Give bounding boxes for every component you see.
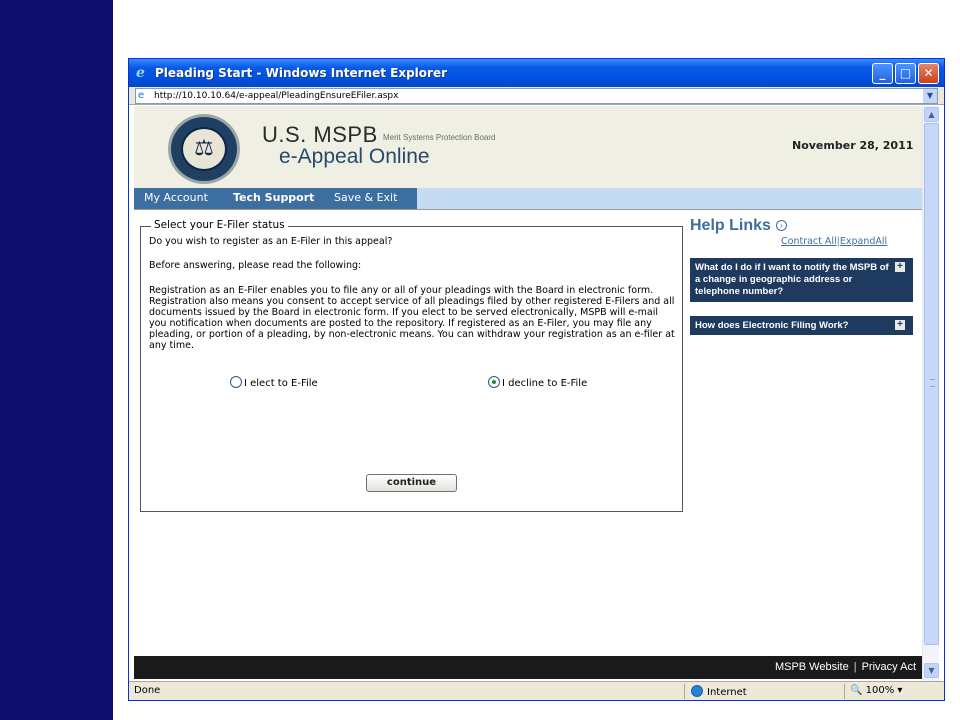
maximize-button[interactable]: □ <box>895 63 916 84</box>
close-button[interactable]: ✕ <box>918 63 939 84</box>
fieldset-legend: Select your E-Filer status <box>151 219 288 231</box>
seal-inner: ⚖ <box>181 127 227 171</box>
window-titlebar[interactable]: e Pleading Start - Windows Internet Expl… <box>129 59 944 87</box>
site-header: ⚖ U.S. MSPB Merit Systems Protection Boa… <box>134 106 922 188</box>
expand-all-link[interactable]: ExpandAll <box>840 236 887 247</box>
help-item-notify-change[interactable]: What do I do if I want to notify the MSP… <box>690 258 913 302</box>
expand-plus-icon[interactable]: + <box>895 320 905 330</box>
help-item-electronic-filing[interactable]: How does Electronic Filing Work? + <box>690 316 913 335</box>
footer-links: MSPB Website | Privacy Act <box>775 661 916 673</box>
elect-efile-radio[interactable] <box>230 376 242 388</box>
zoom-control[interactable]: 🔍 100% ▾ <box>850 685 902 696</box>
radio-selected-dot <box>492 380 496 384</box>
decline-efile-label: I decline to E-File <box>502 378 588 389</box>
help-item-label: How does Electronic Filing Work? <box>695 320 849 331</box>
header-date: November 28, 2011 <box>792 139 914 152</box>
elect-efile-option[interactable]: I elect to E-File <box>230 376 318 389</box>
address-field[interactable]: e http://10.10.10.64/e-appeal/PleadingEn… <box>135 88 938 104</box>
arrow-circle-icon: › <box>775 220 787 231</box>
registration-text: Registration as an E-Filer enables you t… <box>149 285 675 351</box>
page-icon: e <box>138 90 145 101</box>
site-footer: MSPB Website | Privacy Act <box>134 656 922 679</box>
status-zone-label: Internet <box>707 687 747 698</box>
main-nav: My Account Tech Support Save & Exit <box>134 188 922 209</box>
zoom-level: 100% <box>865 685 895 696</box>
minimize-button[interactable]: _ <box>872 63 893 84</box>
status-divider <box>684 684 685 699</box>
globe-icon <box>691 685 703 697</box>
brand-subtitle: Merit Systems Protection Board <box>383 133 496 142</box>
decline-efile-option[interactable]: I decline to E-File <box>488 376 587 389</box>
elect-efile-label: I elect to E-File <box>244 378 318 389</box>
vertical-scrollbar[interactable]: ▲ ▼ <box>922 106 939 681</box>
left-sidebar-bar <box>0 0 113 720</box>
help-item-label: What do I do if I want to notify the MSP… <box>695 262 889 297</box>
footer-mspb-website-link[interactable]: MSPB Website <box>775 661 849 673</box>
scales-icon: ⚖ <box>194 136 214 161</box>
scroll-down-icon[interactable]: ▼ <box>924 663 939 678</box>
mspb-seal-logo: ⚖ <box>168 114 240 184</box>
browser-window: e Pleading Start - Windows Internet Expl… <box>128 58 945 701</box>
help-toggles: Contract All|ExpandAll <box>781 236 887 247</box>
contract-all-link[interactable]: Contract All <box>781 236 837 247</box>
scroll-thumb[interactable] <box>924 123 939 645</box>
nav-tech-support[interactable]: Tech Support <box>233 191 314 204</box>
address-dropdown-icon[interactable]: ▼ <box>923 89 937 103</box>
nav-save-exit[interactable]: Save & Exit <box>334 191 397 204</box>
status-bar: Done Internet 🔍 100% ▾ <box>129 681 944 700</box>
decline-efile-radio[interactable] <box>488 376 500 388</box>
help-links-heading: Help Links › <box>690 217 787 235</box>
product-name: e-Appeal Online <box>279 145 430 168</box>
nav-my-account[interactable]: My Account <box>144 191 208 204</box>
ie-logo-icon: e <box>136 65 145 81</box>
status-divider <box>844 684 845 699</box>
address-url[interactable]: http://10.10.10.64/e-appeal/PleadingEnsu… <box>154 89 398 103</box>
efiler-question: Do you wish to register as an E-Filer in… <box>149 236 393 247</box>
status-done: Done <box>134 685 161 696</box>
status-zone: Internet <box>691 685 747 698</box>
nav-divider <box>134 209 922 210</box>
address-bar: e http://10.10.10.64/e-appeal/PleadingEn… <box>129 87 944 105</box>
footer-separator: | <box>853 661 857 673</box>
help-links-title: Help Links <box>690 217 771 234</box>
efiler-status-fieldset: Select your E-Filer status Do you wish t… <box>140 219 683 512</box>
footer-privacy-act-link[interactable]: Privacy Act <box>862 661 916 673</box>
page-content: ⚖ U.S. MSPB Merit Systems Protection Boa… <box>134 106 922 679</box>
window-title: Pleading Start - Windows Internet Explor… <box>155 66 448 80</box>
continue-button[interactable]: continue <box>366 474 457 492</box>
expand-plus-icon[interactable]: + <box>895 262 905 272</box>
scroll-grip-icon <box>930 379 935 387</box>
scroll-up-icon[interactable]: ▲ <box>924 107 939 122</box>
before-answering-text: Before answering, please read the follow… <box>149 260 362 271</box>
